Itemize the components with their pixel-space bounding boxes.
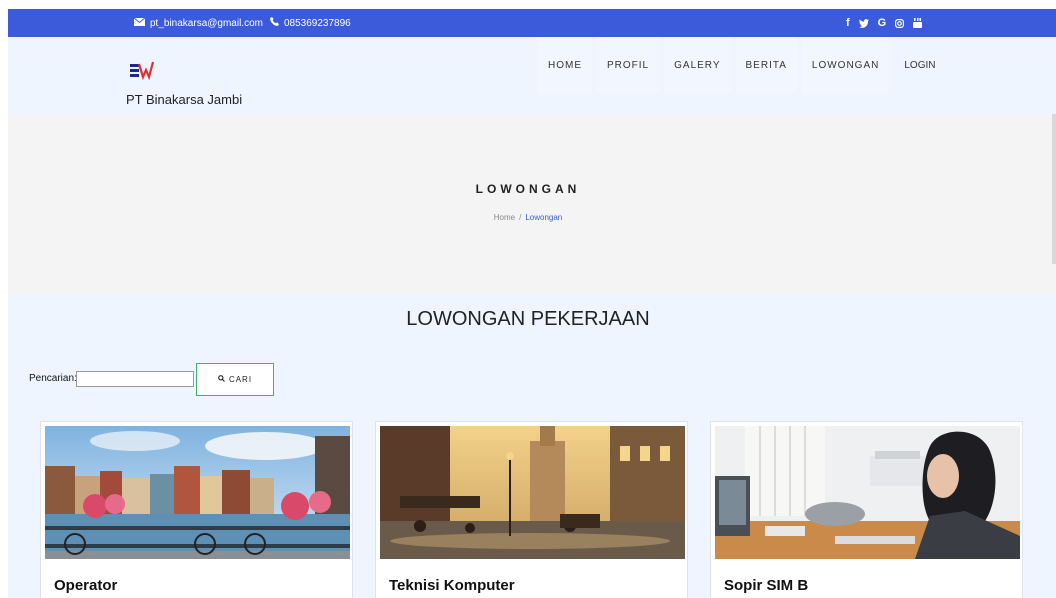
nav-berita[interactable]: BERITA [735,37,797,93]
job-image-sopir-sim-b [715,426,1020,559]
job-image-operator [45,426,350,559]
social-links: f G [846,9,923,37]
section-title: LOWONGAN PEKERJAAN [406,308,650,330]
phone-contact[interactable]: 085369237896 [270,9,351,37]
top-bar: pt_binakarsa@gmail.com 085369237896 f G [8,9,1056,37]
breadcrumb: Home / Lowongan [0,213,1056,222]
youtube-icon[interactable] [913,18,923,28]
facebook-icon[interactable]: f [846,17,850,29]
page-banner [8,114,1056,294]
job-card-teknisi-komputer[interactable]: Teknisi Komputer [375,421,688,598]
page-title: LOWONGAN [475,182,581,196]
company-logo-icon[interactable] [128,58,155,82]
phone-icon [270,17,279,29]
email-text: pt_binakarsa@gmail.com [150,17,263,29]
job-title[interactable]: Sopir SIM B [724,577,808,594]
search-button[interactable]: CARI [196,363,274,396]
main-nav: HOME PROFIL GALERY BERITA LOWONGAN LOGIN [538,37,950,93]
job-title[interactable]: Operator [54,577,117,594]
nav-lowongan[interactable]: LOWONGAN [801,37,890,93]
job-image-teknisi-komputer [380,426,685,559]
nav-galery[interactable]: GALERY [664,37,731,93]
nav-profil[interactable]: PROFIL [597,37,660,93]
google-icon[interactable]: G [878,17,887,29]
job-card-sopir-sim-b[interactable]: Sopir SIM B [710,421,1023,598]
nav-home[interactable]: HOME [538,37,592,93]
search-button-label: CARI [228,375,253,384]
email-contact[interactable]: pt_binakarsa@gmail.com [133,9,263,37]
job-title[interactable]: Teknisi Komputer [389,577,515,594]
breadcrumb-current: Lowongan [525,213,563,222]
scrollbar[interactable] [1052,114,1056,264]
instagram-icon[interactable] [895,18,905,28]
job-card-operator[interactable]: Operator [40,421,353,598]
twitter-icon[interactable] [858,18,869,28]
search-input[interactable] [76,371,194,387]
nav-login[interactable]: LOGIN [894,37,945,93]
phone-text: 085369237896 [284,17,351,29]
breadcrumb-home[interactable]: Home [494,213,515,222]
envelope-icon [133,17,146,29]
search-icon [218,375,225,384]
brand-name[interactable]: PT Binakarsa Jambi [126,92,242,107]
breadcrumb-separator: / [519,213,522,222]
search-label: Pencarian: [29,373,77,384]
